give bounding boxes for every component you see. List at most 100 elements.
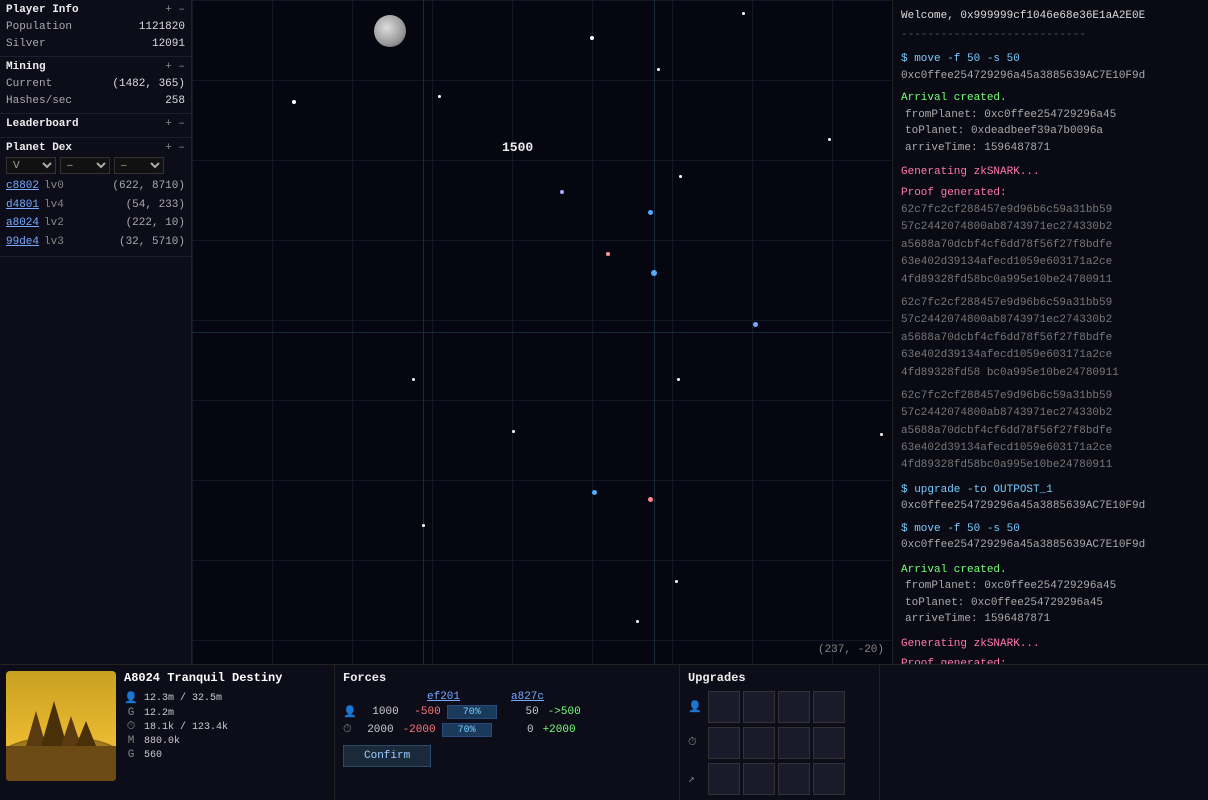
planet-list-item[interactable]: d4801 lv4 (54, 233) xyxy=(6,196,185,215)
forces-r2v1: 2000 xyxy=(358,724,394,736)
hashes-value: 258 xyxy=(165,93,185,110)
term-proof1a: 62c7fc2cf288457e9d96b6c59a31bb59 xyxy=(901,203,1200,218)
planet-dex-controls[interactable]: + – xyxy=(165,142,185,154)
term-arrival2-event: Arrival created. xyxy=(901,562,1200,579)
forces-r1v2: 50 xyxy=(503,706,539,718)
forces-title: Forces xyxy=(343,671,671,685)
forces-r2d1: -2000 xyxy=(400,724,436,736)
upgrade-slot-7[interactable] xyxy=(778,727,810,759)
upgrade-slot-9[interactable] xyxy=(708,763,740,795)
planet-filter-1[interactable]: – xyxy=(60,157,110,174)
term-proof1b: 57c2442074800ab8743971ec274330b2 xyxy=(901,220,1200,235)
planet-dot-8[interactable] xyxy=(648,210,653,215)
upgrade-slot-11[interactable] xyxy=(778,763,810,795)
upgrade-slot-5[interactable] xyxy=(708,727,740,759)
upgrade-slot-2[interactable] xyxy=(743,691,775,723)
planet-dot-1[interactable] xyxy=(590,36,594,40)
planet-dot-17[interactable] xyxy=(648,497,653,502)
player-info-title: Player Info xyxy=(6,4,79,16)
hashes-label: Hashes/sec xyxy=(6,93,72,110)
planet-dot-19[interactable] xyxy=(512,430,515,433)
mining-title: Mining xyxy=(6,61,46,73)
term-arrival1-from: fromPlanet: 0xc0ffee254729296a45 xyxy=(905,107,1200,124)
forces-r2d2: +2000 xyxy=(540,724,576,736)
g-icon-2: G xyxy=(124,749,138,761)
planet-dot-11[interactable] xyxy=(828,138,831,141)
upg-arrow-icon: ↗ xyxy=(688,772,704,786)
term-cmd2: $ upgrade -to OUTPOST_1 xyxy=(901,482,1200,499)
upg-person-icon: 👤 xyxy=(688,700,704,714)
term-arrival1-time: arriveTime: 1596487871 xyxy=(905,140,1200,157)
term-proof3a: 62c7fc2cf288457e9d96b6c59a31bb59 xyxy=(901,389,1200,404)
forces-planet1[interactable]: ef201 xyxy=(427,691,463,703)
map-container[interactable]: 1500 (237, -20) xyxy=(192,0,892,664)
planet-filter-v[interactable]: V xyxy=(6,157,56,174)
planet-dot-9[interactable] xyxy=(606,252,610,256)
planet-dot-2[interactable] xyxy=(742,12,745,15)
upgrade-slot-3[interactable] xyxy=(778,691,810,723)
confirm-button[interactable]: Confirm xyxy=(343,745,431,767)
planet-list-item[interactable]: 99de4 lv3 (32, 5710) xyxy=(6,233,185,252)
term-proof3b: 57c2442074800ab8743971ec274330b2 xyxy=(901,406,1200,421)
term-arrival2-from: fromPlanet: 0xc0ffee254729296a45 xyxy=(905,578,1200,595)
forces-planet2[interactable]: a827c xyxy=(511,691,547,703)
planet-dot-6[interactable] xyxy=(560,190,564,194)
player-info-section: Player Info + – Population 1121820 Silve… xyxy=(0,0,191,57)
term-proof3d: 63e402d39134afecd1059e603171a2ce xyxy=(901,441,1200,456)
planet-dot-20[interactable] xyxy=(675,580,678,583)
planet-dot-16[interactable] xyxy=(592,490,597,495)
clock-val: 18.1k / 123.4k xyxy=(144,722,228,733)
planet-large[interactable] xyxy=(374,15,406,47)
planet-dot-15[interactable] xyxy=(677,378,680,381)
planet-filter-2[interactable]: – xyxy=(114,157,164,174)
term-proof2c: a5688a70dcbf4cf6dd78f56f27f8bdfe xyxy=(901,331,1200,346)
planet-dot-18[interactable] xyxy=(880,433,883,436)
planet-dot-7[interactable] xyxy=(679,175,682,178)
term-addr1: 0xc0ffee254729296a45a3885639AC7E10F9d xyxy=(901,68,1200,85)
term-proof2a: 62c7fc2cf288457e9d96b6c59a31bb59 xyxy=(901,296,1200,311)
upgrade-slot-1[interactable] xyxy=(708,691,740,723)
mining-controls[interactable]: + – xyxy=(165,61,185,73)
planet-dot-3[interactable] xyxy=(438,95,441,98)
planet-thumbnail xyxy=(6,671,116,794)
term-arrival2-to: toPlanet: 0xc0ffee254729296a45 xyxy=(905,595,1200,612)
term-proof1c: a5688a70dcbf4cf6dd78f56f27f8bdfe xyxy=(901,238,1200,253)
planet-dot-24[interactable] xyxy=(412,378,415,381)
planet-list: c8802 lv0 (622, 8710) d4801 lv4 (54, 233… xyxy=(6,177,185,252)
planet-dot-10[interactable] xyxy=(651,270,657,276)
upgrades-panel: Upgrades 👤 ⏱ xyxy=(680,665,880,800)
upgrade-slot-12[interactable] xyxy=(813,763,845,795)
upgrade-slot-4[interactable] xyxy=(813,691,845,723)
upgrade-slot-8[interactable] xyxy=(813,727,845,759)
player-info-controls[interactable]: + – xyxy=(165,4,185,16)
bottom-panel: A8024 Tranquil Destiny 👤 12.3m / 32.5m G… xyxy=(0,664,1208,800)
term-addr3: 0xc0ffee254729296a45a3885639AC7E10F9d xyxy=(901,537,1200,554)
planet-list-item[interactable]: a8024 lv2 (222, 10) xyxy=(6,214,185,233)
upgrade-slot-6[interactable] xyxy=(743,727,775,759)
planet-dex-section: Planet Dex + – V – – c8802 lv0 (622, 871… xyxy=(0,138,191,257)
forces-bar2: 70% xyxy=(442,723,492,737)
term-proof2e: 4fd89328fd58 bc0a995e10be24780911 xyxy=(901,366,1200,381)
m-icon: M xyxy=(124,735,138,747)
term-generating2: Generating zkSNARK... xyxy=(901,636,1200,653)
planet-dot-5[interactable] xyxy=(657,68,660,71)
forces-r1v1: 1000 xyxy=(363,706,399,718)
upgrade-slot-10[interactable] xyxy=(743,763,775,795)
planet-dot-4[interactable] xyxy=(292,100,296,104)
term-arrival2-time: arriveTime: 1596487871 xyxy=(905,611,1200,628)
planet-dot-22[interactable] xyxy=(422,524,425,527)
planet-list-item[interactable]: c8802 lv0 (622, 8710) xyxy=(6,177,185,196)
planet-dot-14[interactable] xyxy=(753,322,758,327)
term-cmd1: $ move -f 50 -s 50 xyxy=(901,51,1200,68)
mining-section: Mining + – Current (1482, 365) Hashes/se… xyxy=(0,57,191,114)
leaderboard-controls[interactable]: + – xyxy=(165,118,185,130)
term-proof3c: a5688a70dcbf4cf6dd78f56f27f8bdfe xyxy=(901,424,1200,439)
silver-value: 12091 xyxy=(152,36,185,53)
silver-label: Silver xyxy=(6,36,46,53)
forces-panel: Forces ef201 a827c 👤 1000 -500 70% 50 ->… xyxy=(335,665,680,800)
planet-dot-23[interactable] xyxy=(636,620,639,623)
forces-r1d2: ->500 xyxy=(545,706,581,718)
planet-dex-title: Planet Dex xyxy=(6,142,72,154)
term-generating1: Generating zkSNARK... xyxy=(901,164,1200,181)
term-arrival1-to: toPlanet: 0xdeadbeef39a7b0096a xyxy=(905,123,1200,140)
